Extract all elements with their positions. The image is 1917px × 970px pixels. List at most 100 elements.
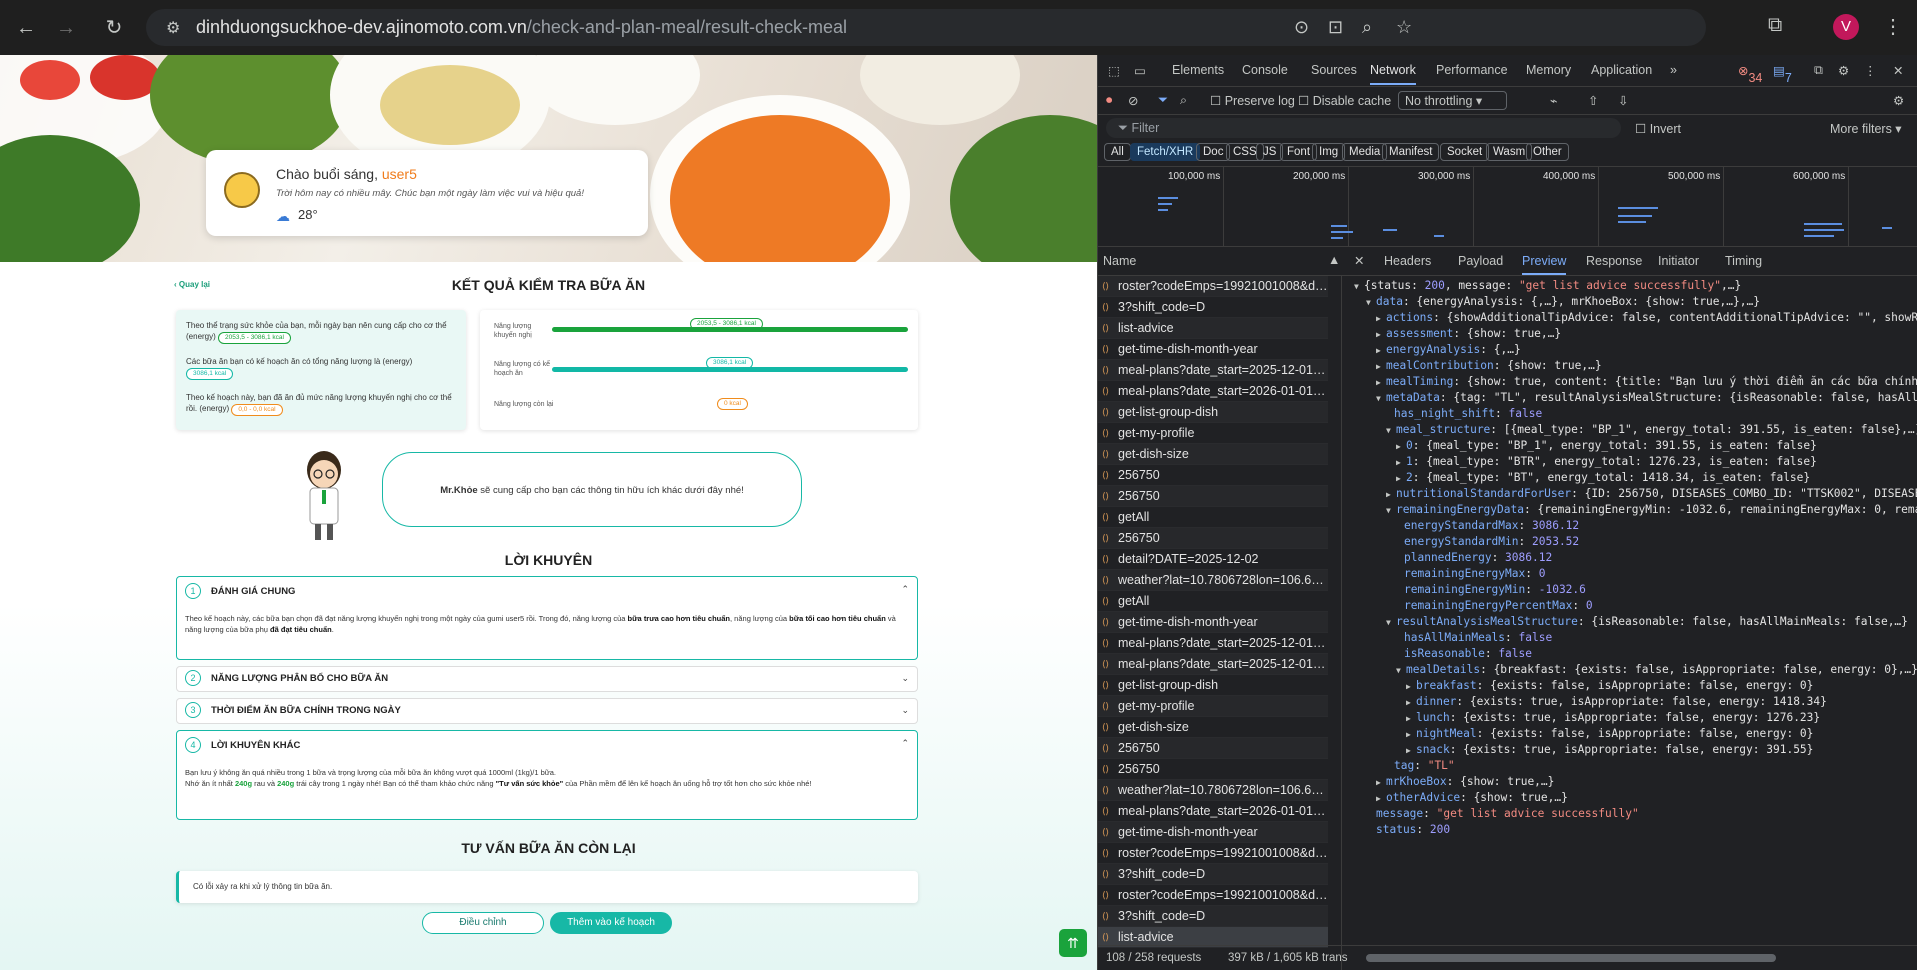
- tab-performance[interactable]: Performance: [1436, 63, 1508, 77]
- disable-cache-checkbox[interactable]: ☐ Disable cache: [1298, 93, 1391, 108]
- export-har-icon[interactable]: ⇩: [1618, 93, 1628, 108]
- request-row[interactable]: roster?codeEmps=19921001008&dat...: [1098, 276, 1328, 297]
- type-socket[interactable]: Socket: [1440, 143, 1490, 161]
- install-app-icon[interactable]: ⊡: [1328, 17, 1343, 38]
- record-icon[interactable]: ⏺: [1106, 93, 1112, 108]
- request-row[interactable]: detail?DATE=2025-12-02: [1098, 549, 1328, 570]
- request-row[interactable]: roster?codeEmps=19921001008&dat...: [1098, 885, 1328, 906]
- request-row[interactable]: getAll: [1098, 507, 1328, 528]
- request-row[interactable]: 256750: [1098, 528, 1328, 549]
- request-row[interactable]: list-advice: [1098, 318, 1328, 339]
- request-row[interactable]: get-time-dish-month-year: [1098, 339, 1328, 360]
- request-row[interactable]: meal-plans?date_start=2026-01-01&...: [1098, 381, 1328, 402]
- search-icon[interactable]: ⌕: [1180, 93, 1187, 108]
- request-row[interactable]: 256750: [1098, 738, 1328, 759]
- request-row[interactable]: get-list-group-dish: [1098, 675, 1328, 696]
- detail-tab-initiator[interactable]: Initiator: [1658, 254, 1699, 268]
- chevron-up-icon[interactable]: ⌃: [901, 584, 909, 595]
- type-manifest[interactable]: Manifest: [1382, 143, 1440, 161]
- accordion-main-meal-timing[interactable]: 3 THỜI ĐIỂM ĂN BỮA CHÍNH TRONG NGÀY ⌄: [176, 698, 918, 724]
- invert-checkbox[interactable]: ☐ Invert: [1635, 121, 1681, 136]
- request-row[interactable]: 3?shift_code=D: [1098, 297, 1328, 318]
- throttling-select[interactable]: No throttling ▾: [1398, 91, 1508, 110]
- request-row[interactable]: get-list-group-dish: [1098, 402, 1328, 423]
- request-row[interactable]: 3?shift_code=D: [1098, 906, 1328, 927]
- name-column-header[interactable]: Name: [1103, 254, 1136, 268]
- request-row[interactable]: meal-plans?date_start=2025-12-01&...: [1098, 633, 1328, 654]
- request-row[interactable]: weather?lat=10.7806728lon=106.64...: [1098, 570, 1328, 591]
- scroll-to-top-icon[interactable]: ⇈: [1059, 929, 1087, 957]
- accordion-energy-distribution[interactable]: 2 NĂNG LƯỢNG PHÂN BỔ CHO BỮA ĂN ⌄: [176, 666, 918, 692]
- settings-gear-icon[interactable]: ⚙: [1838, 63, 1849, 78]
- tab-memory[interactable]: Memory: [1526, 63, 1571, 77]
- request-row[interactable]: 256750: [1098, 759, 1328, 780]
- filter-input[interactable]: ⏷ Filter: [1106, 118, 1621, 138]
- forward-arrow-icon[interactable]: →: [52, 14, 80, 42]
- device-toolbar-icon[interactable]: ▭: [1134, 63, 1146, 78]
- issues-icon[interactable]: ⧉: [1814, 63, 1823, 78]
- chevron-down-icon[interactable]: ⌄: [901, 705, 909, 716]
- detail-tab-response[interactable]: Response: [1586, 254, 1642, 268]
- preserve-log-checkbox[interactable]: ☐ Preserve log: [1210, 93, 1295, 108]
- site-settings-icon[interactable]: ⚙: [166, 18, 180, 38]
- address-bar[interactable]: ⚙ dinhduongsuckhoe-dev.ajinomoto.com.vn/…: [146, 9, 1706, 46]
- chevron-down-icon[interactable]: ⌄: [901, 673, 909, 684]
- clear-icon[interactable]: ⊘: [1128, 93, 1138, 108]
- detail-tab-headers[interactable]: Headers: [1384, 254, 1431, 268]
- reload-icon[interactable]: ↻: [100, 14, 128, 42]
- close-detail-icon[interactable]: ✕: [1354, 253, 1364, 268]
- inspect-icon[interactable]: ⬚: [1108, 63, 1120, 78]
- request-row[interactable]: meal-plans?date_start=2025-12-01&...: [1098, 654, 1328, 675]
- url-text[interactable]: dinhduongsuckhoe-dev.ajinomoto.com.vn/ch…: [196, 17, 847, 38]
- adjust-button[interactable]: Điều chỉnh: [422, 912, 544, 934]
- kebab-menu-icon[interactable]: ⋮: [1864, 63, 1877, 78]
- sort-icon[interactable]: ▲: [1328, 253, 1340, 267]
- more-filters-dropdown[interactable]: More filters ▾: [1830, 121, 1902, 136]
- tab-application[interactable]: Application: [1591, 63, 1652, 77]
- request-row[interactable]: get-time-dish-month-year: [1098, 822, 1328, 843]
- bookmark-star-icon[interactable]: ☆: [1396, 17, 1412, 38]
- filter-funnel-icon[interactable]: ⏷: [1158, 93, 1168, 108]
- zoom-icon[interactable]: ⌕: [1362, 17, 1372, 38]
- request-row[interactable]: weather?lat=10.7806728lon=106.64...: [1098, 780, 1328, 801]
- extensions-icon[interactable]: ⧉: [1768, 14, 1782, 37]
- detail-tab-timing[interactable]: Timing: [1725, 254, 1762, 268]
- request-row[interactable]: 256750: [1098, 486, 1328, 507]
- request-row[interactable]: get-my-profile: [1098, 696, 1328, 717]
- type-all[interactable]: All: [1104, 143, 1131, 161]
- tab-sources[interactable]: Sources: [1311, 63, 1357, 77]
- accordion-other-advice[interactable]: 4 LỜI KHUYÊN KHÁC ⌃ Bạn lưu ý không ăn qu…: [176, 730, 918, 820]
- network-overview-timeline[interactable]: 100,000 ms 200,000 ms 300,000 ms 400,000…: [1098, 167, 1917, 247]
- back-arrow-icon[interactable]: ←: [12, 14, 40, 42]
- close-icon[interactable]: ✕: [1893, 63, 1903, 78]
- accordion-general-assessment[interactable]: 1 ĐÁNH GIÁ CHUNG ⌃ Theo kế hoạch này, các…: [176, 576, 918, 660]
- add-to-plan-button[interactable]: Thêm vào kế hoạch: [550, 912, 672, 934]
- more-tabs-icon[interactable]: »: [1670, 63, 1677, 77]
- chevron-up-icon[interactable]: ⌃: [901, 738, 909, 749]
- request-row[interactable]: 3?shift_code=D: [1098, 864, 1328, 885]
- profile-avatar[interactable]: V: [1833, 14, 1859, 40]
- request-row[interactable]: meal-plans?date_start=2026-01-01&...: [1098, 801, 1328, 822]
- detail-tab-payload[interactable]: Payload: [1458, 254, 1503, 268]
- request-row[interactable]: 256750: [1098, 465, 1328, 486]
- tab-elements[interactable]: Elements: [1172, 63, 1224, 77]
- request-row[interactable]: meal-plans?date_start=2025-12-01&...: [1098, 360, 1328, 381]
- request-row[interactable]: get-time-dish-month-year: [1098, 612, 1328, 633]
- type-media[interactable]: Media: [1342, 143, 1388, 161]
- type-other[interactable]: Other: [1526, 143, 1569, 161]
- error-count[interactable]: ⊗ 34: [1738, 63, 1762, 85]
- request-row[interactable]: get-dish-size: [1098, 717, 1328, 738]
- import-har-icon[interactable]: ⇧: [1588, 93, 1598, 108]
- issue-count[interactable]: ▤ 7: [1773, 63, 1792, 85]
- horizontal-scrollbar[interactable]: [1366, 954, 1776, 962]
- type-img[interactable]: Img: [1312, 143, 1346, 161]
- network-conditions-icon[interactable]: ⌁: [1550, 93, 1558, 108]
- detail-tab-preview[interactable]: Preview: [1522, 254, 1567, 275]
- tab-console[interactable]: Console: [1242, 63, 1288, 77]
- request-row[interactable]: get-my-profile: [1098, 423, 1328, 444]
- tab-network[interactable]: Network: [1370, 63, 1416, 85]
- type-fetch-xhr[interactable]: Fetch/XHR: [1130, 143, 1201, 161]
- location-icon[interactable]: ⊙: [1294, 17, 1309, 38]
- network-settings-icon[interactable]: ⚙: [1893, 93, 1904, 108]
- request-row[interactable]: get-dish-size: [1098, 444, 1328, 465]
